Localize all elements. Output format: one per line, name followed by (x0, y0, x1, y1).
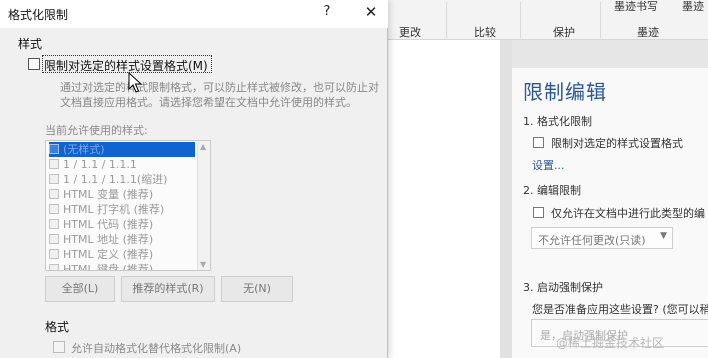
list-item-label: HTML 键盘 (推荐) (63, 263, 154, 271)
editing-type-select[interactable]: 不允许任何更改(只读) ▼ (531, 227, 673, 249)
document-gutter (500, 40, 512, 358)
list-item-label: (无样式) (63, 143, 105, 156)
list-item-checkbox[interactable] (49, 249, 59, 259)
list-item-label: 1 / 1.1 / 1.1.1(缩进) (63, 173, 168, 186)
list-item[interactable]: HTML 地址 (推荐) (49, 232, 195, 247)
allow-editing-type-checkbox[interactable] (533, 207, 544, 218)
list-item-checkbox[interactable] (49, 174, 59, 184)
allowed-styles-label: 当前允许使用的样式: (45, 124, 148, 137)
screen: 更改 比较 保护 墨迹书写 墨迹 墨迹 千 限制编辑 1. 格式化限制 限制对选… (0, 0, 708, 358)
list-scrollbar[interactable]: ▲ ▼ (197, 141, 210, 270)
ribbon-separator (520, 2, 521, 38)
limit-formatting-checkbox[interactable] (533, 137, 544, 148)
ribbon-compare-group[interactable]: 比较 (474, 24, 496, 40)
scroll-up-icon[interactable]: ▲ (200, 142, 206, 151)
scroll-down-icon[interactable]: ▼ (200, 260, 206, 269)
list-item-checkbox[interactable] (49, 264, 59, 270)
dialog-description: 通过对选定的样式限制格式，可以防止样式被修改，也可以防止对文档直接应用格式。请选… (60, 81, 379, 109)
limit-styles-checkbox[interactable] (28, 58, 40, 70)
list-item-checkbox[interactable] (49, 204, 59, 214)
autoformat-override-label: 允许自动格式化替代格式化限制(A) (71, 342, 242, 355)
list-item[interactable]: HTML 定义 (推荐) (49, 247, 195, 262)
ribbon-ink-writing-button[interactable]: 墨迹书写 (614, 0, 658, 14)
list-item[interactable]: HTML 键盘 (推荐) (49, 262, 195, 271)
list-item-label: HTML 地址 (推荐) (63, 233, 154, 246)
allowed-styles-list[interactable]: (无样式) 1 / 1.1 / 1.1.1 1 / 1.1 / 1.1.1(缩进… (45, 140, 211, 271)
select-all-button[interactable]: 全部(L) (45, 276, 115, 302)
editing-restrictions-heading: 2. 编辑限制 (523, 184, 581, 197)
styles-section-heading: 样式 (18, 37, 43, 51)
allow-editing-type-label: 仅允许在文档中进行此类型的编 (551, 207, 705, 220)
list-item[interactable]: 1 / 1.1 / 1.1.1(缩进) (49, 172, 195, 187)
ribbon-separator (446, 2, 447, 38)
list-item-label: HTML 定义 (推荐) (63, 248, 154, 261)
autoformat-override-checkbox[interactable] (53, 341, 65, 353)
ribbon-changes-group[interactable]: 更改 (399, 24, 421, 40)
select-none-button[interactable]: 无(N) (221, 276, 293, 302)
list-item[interactable]: (无样式) (49, 142, 195, 157)
ribbon-separator (600, 2, 601, 38)
list-item[interactable]: HTML 打字机 (推荐) (49, 202, 195, 217)
formatting-restrictions-heading: 1. 格式化限制 (523, 115, 592, 128)
list-item-label: HTML 变量 (推荐) (63, 188, 154, 201)
ribbon-ink-button[interactable]: 墨迹 (682, 0, 704, 14)
ribbon-ink-group: 墨迹 (637, 26, 659, 39)
list-item-checkbox[interactable] (49, 144, 59, 154)
list-item-label: HTML 打字机 (推荐) (63, 203, 165, 216)
restrict-editing-pane: 限制编辑 1. 格式化限制 限制对选定的样式设置格式 设置... 2. 编辑限制… (512, 68, 708, 358)
start-enforcement-question: 您是否准备应用这些设置? (您可以稍 (532, 303, 708, 316)
list-item-checkbox[interactable] (49, 219, 59, 229)
dialog-titlebar[interactable]: 格式化限制 ? ✕ (0, 0, 388, 28)
watermark: @稀土掘金技术社区 (556, 336, 665, 350)
list-item[interactable]: 1 / 1.1 / 1.1.1 (49, 157, 195, 172)
editing-type-value: 不允许任何更改(只读) (538, 234, 646, 247)
list-item-label: 1 / 1.1 / 1.1.1 (63, 158, 137, 171)
recommended-styles-button[interactable]: 推荐的样式(R) (121, 276, 215, 302)
dialog-title: 格式化限制 (8, 8, 69, 22)
list-item-label: HTML 代码 (推荐) (63, 218, 154, 231)
list-item-checkbox[interactable] (49, 159, 59, 169)
settings-link[interactable]: 设置... (532, 157, 565, 173)
formatting-restrictions-dialog: 格式化限制 ? ✕ 样式 限制对选定的样式设置格式(M) 通过对选定的样式限制格… (0, 0, 388, 358)
start-enforcement-heading: 3. 启动强制保护 (523, 281, 603, 294)
ribbon-protect-group[interactable]: 保护 (553, 24, 575, 40)
mouse-cursor-icon (128, 72, 143, 93)
close-button[interactable]: ✕ (362, 3, 380, 21)
limit-styles-label[interactable]: 限制对选定的样式设置格式(M) (44, 57, 208, 74)
format-section-heading: 格式 (45, 320, 70, 334)
list-item[interactable]: HTML 代码 (推荐) (49, 217, 195, 232)
chevron-down-icon: ▼ (660, 231, 667, 241)
help-button[interactable]: ? (318, 4, 336, 22)
pane-title: 限制编辑 (523, 80, 607, 104)
limit-formatting-label: 限制对选定的样式设置格式 (551, 137, 683, 150)
document-page[interactable] (388, 40, 500, 358)
list-item[interactable]: HTML 变量 (推荐) (49, 187, 195, 202)
list-item-checkbox[interactable] (49, 189, 59, 199)
list-item-checkbox[interactable] (49, 234, 59, 244)
